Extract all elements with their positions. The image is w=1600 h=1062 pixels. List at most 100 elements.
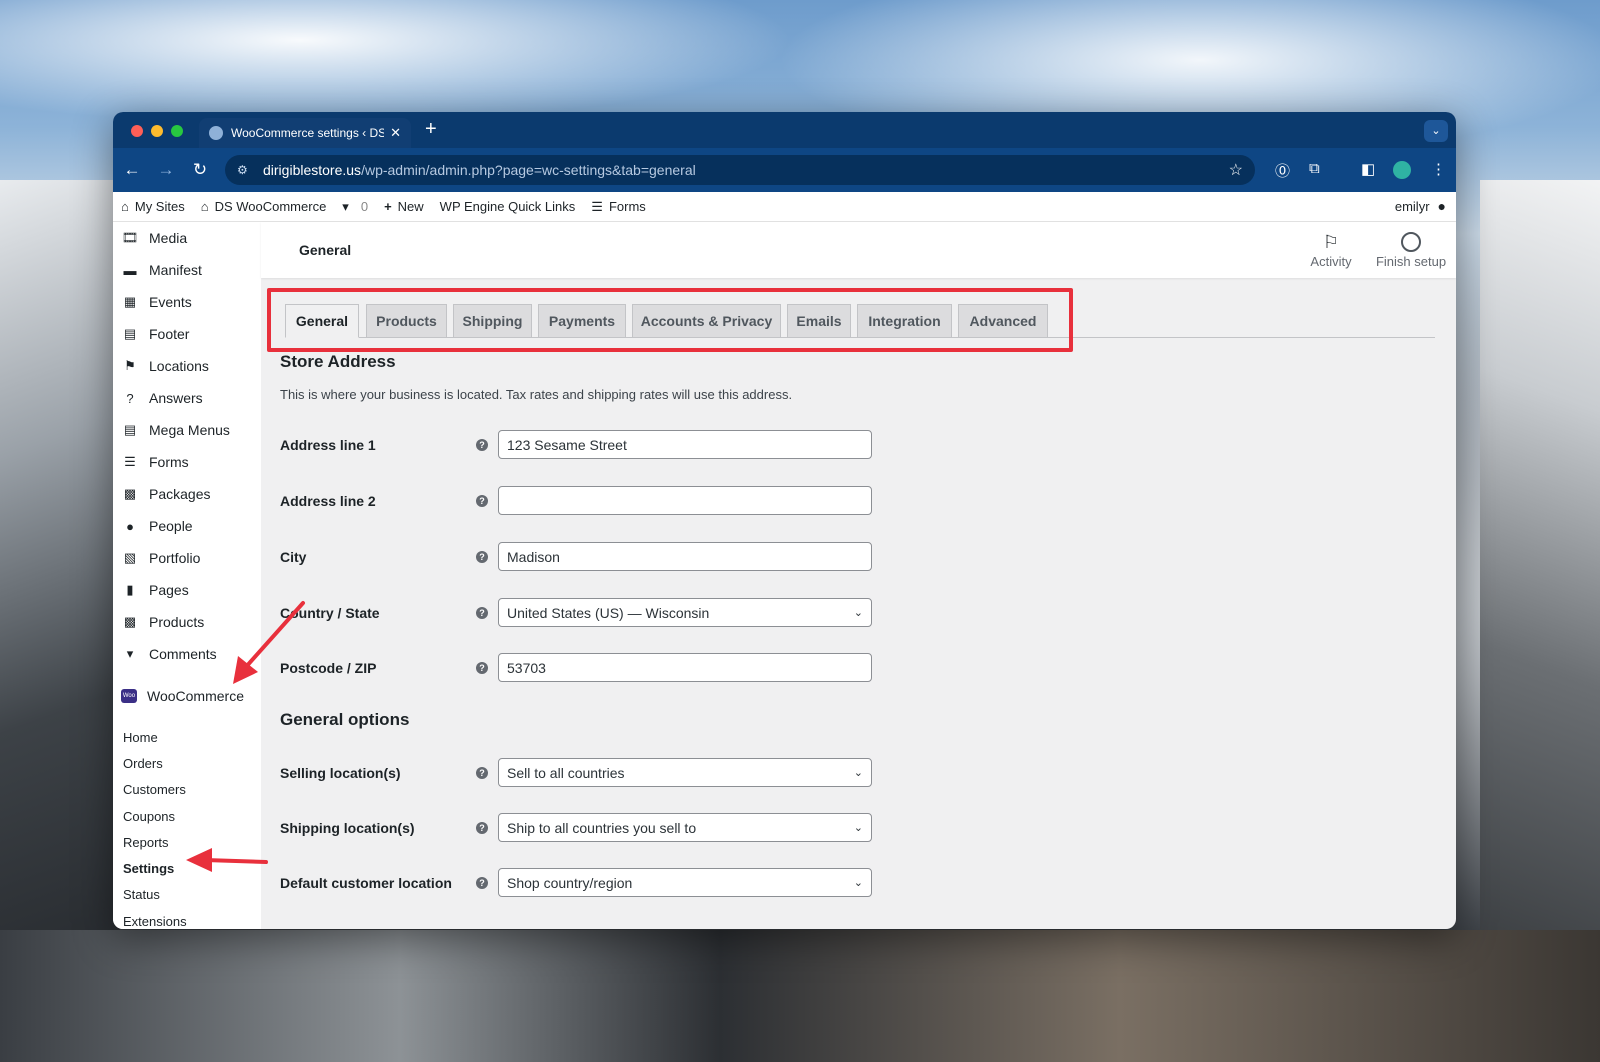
site-name-link[interactable]: ⌂ DS WooCommerce bbox=[201, 199, 327, 214]
default-customer-location-select[interactable]: Shop country/region ⌄ bbox=[498, 868, 872, 897]
sidebar-item-manifest[interactable]: ▬ Manifest bbox=[113, 254, 261, 286]
submenu-item-extensions[interactable]: Extensions bbox=[113, 908, 261, 929]
help-icon[interactable]: ? bbox=[476, 877, 488, 889]
submenu-item-customers[interactable]: Customers bbox=[113, 777, 261, 803]
globe-icon bbox=[209, 126, 223, 140]
sidebar-item-media[interactable]: 🎞 Media bbox=[113, 222, 261, 254]
site-settings-icon[interactable]: ⚙ bbox=[237, 163, 253, 177]
media-icon: 🎞 bbox=[121, 230, 139, 245]
new-label: New bbox=[397, 199, 424, 214]
help-icon[interactable]: ? bbox=[476, 767, 488, 779]
password-manager-icon[interactable]: ⓪ bbox=[1275, 160, 1290, 181]
sidebar-item-label: Pages bbox=[149, 582, 189, 598]
submenu-item-reports[interactable]: Reports bbox=[113, 829, 261, 855]
sidebar-item-comments[interactable]: ▾ Comments bbox=[113, 638, 261, 670]
shipping-locations-select[interactable]: Ship to all countries you sell to ⌄ bbox=[498, 813, 872, 842]
quick-links-link[interactable]: WP Engine Quick Links bbox=[440, 199, 576, 214]
user-account-link[interactable]: emilyr ● bbox=[1395, 198, 1446, 214]
sidebar-item-woocommerce[interactable]: Woo WooCommerce bbox=[113, 676, 261, 716]
address-bar[interactable]: ⚙ dirigiblestore.us/wp-admin/admin.php?p… bbox=[225, 155, 1255, 185]
browser-tabbar: WooCommerce settings ‹ DS ✕ + ⌄ bbox=[113, 112, 1456, 148]
plus-icon: + bbox=[384, 199, 392, 214]
kebab-menu-icon[interactable]: ⋮ bbox=[1431, 160, 1446, 178]
sidebar-item-locations[interactable]: ⚑ Locations bbox=[113, 350, 261, 382]
country-state-select[interactable]: United States (US) — Wisconsin ⌄ bbox=[498, 598, 872, 627]
chevron-down-icon: ⌄ bbox=[853, 822, 863, 834]
browser-tab[interactable]: WooCommerce settings ‹ DS ✕ bbox=[199, 118, 411, 148]
postcode-input[interactable]: 53703 bbox=[498, 653, 872, 682]
default-customer-location-label: Default customer location bbox=[280, 875, 452, 891]
activity-button[interactable]: ⚐ Activity bbox=[1299, 232, 1363, 269]
quick-links-label: WP Engine Quick Links bbox=[439, 199, 576, 214]
tabs-highlight-box bbox=[267, 288, 1073, 352]
maximize-window-button[interactable] bbox=[171, 125, 183, 137]
user-icon: ● bbox=[1437, 198, 1446, 214]
grid-icon: ▤ bbox=[123, 422, 137, 437]
help-icon[interactable]: ? bbox=[476, 607, 488, 619]
woocommerce-logo-icon: Woo bbox=[121, 689, 137, 703]
tab-close-icon[interactable]: ✕ bbox=[390, 125, 401, 141]
sidebar-item-events[interactable]: ▦ Events bbox=[113, 286, 261, 318]
sidepanel-icon[interactable]: ◧ bbox=[1361, 160, 1375, 178]
city-label: City bbox=[280, 549, 307, 565]
folder-icon: ▬ bbox=[123, 262, 137, 278]
submenu-item-settings[interactable]: Settings bbox=[113, 855, 261, 881]
username: emilyr bbox=[1394, 198, 1430, 214]
store-icon: ▩ bbox=[123, 486, 137, 501]
sidebar-item-products[interactable]: ▩ Products bbox=[113, 606, 261, 638]
general-options-heading: General options bbox=[280, 710, 410, 729]
address-line-1-label: Address line 1 bbox=[280, 437, 376, 453]
back-arrow-icon[interactable]: ← bbox=[115, 160, 149, 180]
sidebar-item-answers[interactable]: ? Answers bbox=[113, 382, 261, 414]
address-line-2-label: Address line 2 bbox=[280, 493, 376, 509]
submenu-item-home[interactable]: Home bbox=[113, 724, 261, 750]
tab-search-chevron-icon[interactable]: ⌄ bbox=[1424, 120, 1448, 142]
minimize-window-button[interactable] bbox=[151, 125, 163, 137]
sidebar-item-footer[interactable]: ▤ Footer bbox=[113, 318, 261, 350]
submenu-item-status[interactable]: Status bbox=[113, 882, 261, 908]
selling-locations-label: Selling location(s) bbox=[280, 765, 401, 781]
sidebar-item-portfolio[interactable]: ▧ Portfolio bbox=[113, 542, 261, 574]
sidebar-item-forms[interactable]: ☰ Forms bbox=[113, 446, 261, 478]
sidebar-item-label: Mega Menus bbox=[149, 422, 230, 438]
default-customer-location-row: Default customer location ? Shop country… bbox=[280, 868, 880, 898]
wallpaper-left bbox=[0, 180, 120, 1060]
extensions-puzzle-icon[interactable]: ⧉ bbox=[1309, 160, 1320, 177]
sidebar-item-people[interactable]: ● People bbox=[113, 510, 261, 542]
browser-toolbar: ← → ↻ ⚙ dirigiblestore.us/wp-admin/admin… bbox=[113, 148, 1456, 192]
submenu-item-orders[interactable]: Orders bbox=[113, 750, 261, 776]
shipping-locations-row: Shipping location(s) ? Ship to all count… bbox=[280, 813, 880, 843]
profile-avatar-icon[interactable] bbox=[1393, 161, 1411, 179]
new-content-link[interactable]: + New bbox=[384, 199, 424, 214]
submenu-item-coupons[interactable]: Coupons bbox=[113, 803, 261, 829]
help-icon[interactable]: ? bbox=[476, 662, 488, 674]
help-icon[interactable]: ? bbox=[476, 551, 488, 563]
forward-arrow-icon[interactable]: → bbox=[149, 160, 183, 180]
wallpaper-bottom bbox=[0, 930, 1600, 1062]
browser-window: WooCommerce settings ‹ DS ✕ + ⌄ ← → ↻ ⚙ … bbox=[113, 112, 1456, 929]
help-icon[interactable]: ? bbox=[476, 439, 488, 451]
comments-link[interactable]: ▾ 0 bbox=[342, 199, 368, 215]
bookmark-star-icon[interactable]: ☆ bbox=[1229, 160, 1243, 180]
new-tab-button[interactable]: + bbox=[425, 118, 437, 141]
sidebar-item-pages[interactable]: ▮ Pages bbox=[113, 574, 261, 606]
sidebar-item-packages[interactable]: ▩ Packages bbox=[113, 478, 261, 510]
selling-locations-select[interactable]: Sell to all countries ⌄ bbox=[498, 758, 872, 787]
city-input[interactable]: Madison bbox=[498, 542, 872, 571]
sidebar-item-mega-menus[interactable]: ▤ Mega Menus bbox=[113, 414, 261, 446]
finish-setup-button[interactable]: Finish setup bbox=[1371, 232, 1451, 269]
my-sites-link[interactable]: ⌂ My Sites bbox=[121, 199, 185, 214]
help-icon[interactable]: ? bbox=[476, 495, 488, 507]
address-line-1-input[interactable]: 123 Sesame Street bbox=[498, 430, 872, 459]
close-window-button[interactable] bbox=[131, 125, 143, 137]
reload-icon[interactable]: ↻ bbox=[183, 160, 217, 180]
my-sites-label: My Sites bbox=[134, 199, 185, 214]
woocommerce-header: General ⚐ Activity Finish setup bbox=[261, 222, 1456, 278]
address-line-2-input[interactable] bbox=[498, 486, 872, 515]
window-controls bbox=[131, 125, 183, 137]
store-address-heading: Store Address bbox=[280, 352, 396, 371]
forms-link[interactable]: ☰ Forms bbox=[591, 199, 646, 215]
admin-sidebar: 🎞 Media ▬ Manifest ▦ Events ▤ Footer ⚑ Locations?… bbox=[113, 222, 261, 929]
sidebar-item-label: Answers bbox=[149, 390, 203, 406]
help-icon[interactable]: ? bbox=[476, 822, 488, 834]
